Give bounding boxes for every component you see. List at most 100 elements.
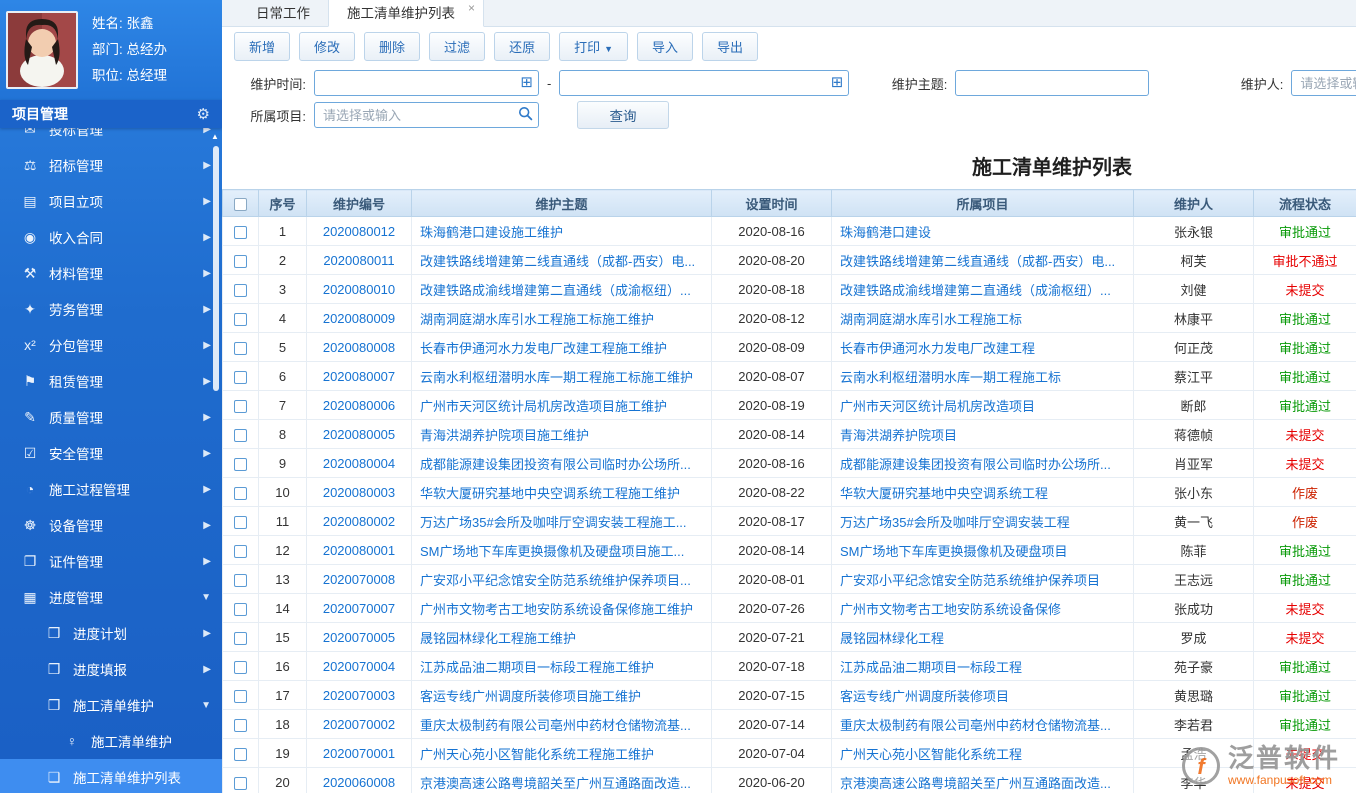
gear-icon[interactable]: ⚙ (197, 105, 210, 123)
sidebar-item-12[interactable]: ❐证件管理▶ (0, 543, 222, 579)
code-link[interactable]: 2020070002 (323, 717, 395, 732)
sidebar-item-14[interactable]: ❒进度计划▶ (0, 615, 222, 651)
project-link[interactable]: 广州市天河区统计局机房改造项目 (840, 399, 1035, 414)
subject-link[interactable]: 江苏成品油二期项目一标段工程施工维护 (420, 660, 654, 675)
row-checkbox[interactable] (234, 371, 247, 384)
sidebar-scroll-up-icon[interactable]: ▲ (210, 132, 220, 141)
project-link[interactable]: 华软大厦研究基地中央空调系统工程 (840, 486, 1048, 501)
toolbar-button-删除[interactable]: 删除 (364, 32, 420, 61)
sidebar-item-16[interactable]: ❒施工清单维护▼ (0, 687, 222, 723)
code-link[interactable]: 2020080010 (323, 282, 395, 297)
sidebar-item-15[interactable]: ❒进度填报▶ (0, 651, 222, 687)
subject-link[interactable]: 华软大厦研究基地中央空调系统工程施工维护 (420, 486, 680, 501)
code-link[interactable]: 2020080012 (323, 224, 395, 239)
project-link[interactable]: 青海洪湖养护院项目 (840, 428, 957, 443)
row-checkbox[interactable] (234, 516, 247, 529)
row-checkbox[interactable] (234, 777, 247, 790)
project-link[interactable]: 珠海鹤港口建设 (840, 225, 931, 240)
subject-link[interactable]: 重庆太极制药有限公司亳州中药材仓储物流基... (420, 718, 691, 733)
subject-link[interactable]: 青海洪湖养护院项目施工维护 (420, 428, 589, 443)
code-link[interactable]: 2020080004 (323, 456, 395, 471)
project-link[interactable]: 改建铁路线增建第二线直通线（成都-西安）电... (840, 254, 1115, 269)
project-link[interactable]: 广州市文物考古工地安防系统设备保修 (840, 602, 1061, 617)
sidebar-item-9[interactable]: ☑安全管理▶ (0, 435, 222, 471)
column-header[interactable]: 流程状态 (1254, 190, 1356, 217)
row-checkbox[interactable] (234, 574, 247, 587)
project-link[interactable]: 万达广场35#会所及咖啡厅空调安装工程 (840, 515, 1070, 530)
row-checkbox[interactable] (234, 545, 247, 558)
toolbar-button-导入[interactable]: 导入 (637, 32, 693, 61)
code-link[interactable]: 2020080007 (323, 369, 395, 384)
project-link[interactable]: 客运专线广州调度所装修项目 (840, 689, 1009, 704)
subject-link[interactable]: 客运专线广州调度所装修项目施工维护 (420, 689, 641, 704)
project-link[interactable]: 长春市伊通河水力发电厂改建工程 (840, 341, 1035, 356)
subject-link[interactable]: 改建铁路成渝线增建第二直通线（成渝枢纽）... (420, 283, 691, 298)
project-link[interactable]: 改建铁路成渝线增建第二直通线（成渝枢纽）... (840, 283, 1111, 298)
calendar-icon[interactable]: ⊞ (520, 74, 533, 91)
subject-link[interactable]: 京港澳高速公路粤境韶关至广州互通路面改造... (420, 776, 691, 791)
maintainer-input[interactable] (1291, 70, 1356, 96)
project-link[interactable]: 广州天心苑小区智能化系统工程 (840, 747, 1022, 762)
column-header[interactable]: 维护人 (1134, 190, 1254, 217)
search-icon[interactable] (518, 106, 533, 125)
code-link[interactable]: 2020070005 (323, 630, 395, 645)
sidebar-item-1[interactable]: ⚖招标管理▶ (0, 147, 222, 183)
sidebar-item-11[interactable]: ☸设备管理▶ (0, 507, 222, 543)
column-header[interactable]: 序号 (259, 190, 307, 217)
maintenance-time-end-input[interactable] (559, 70, 849, 96)
column-header[interactable]: 设置时间 (712, 190, 832, 217)
code-link[interactable]: 2020080006 (323, 398, 395, 413)
sidebar-item-3[interactable]: ◉收入合同▶ (0, 219, 222, 255)
row-checkbox[interactable] (234, 603, 247, 616)
subject-link[interactable]: 广安邓小平纪念馆安全防范系统维护保养项目... (420, 573, 691, 588)
subject-link[interactable]: 广州天心苑小区智能化系统工程施工维护 (420, 747, 654, 762)
row-checkbox[interactable] (234, 458, 247, 471)
row-checkbox[interactable] (234, 226, 247, 239)
row-checkbox[interactable] (234, 284, 247, 297)
row-checkbox[interactable] (234, 487, 247, 500)
subject-link[interactable]: 湖南洞庭湖水库引水工程施工标施工维护 (420, 312, 654, 327)
row-checkbox[interactable] (234, 429, 247, 442)
tab-1[interactable]: 施工清单维护列表× (328, 0, 484, 27)
subject-link[interactable]: 改建铁路线增建第二线直通线（成都-西安）电... (420, 254, 695, 269)
sidebar-item-7[interactable]: ⚑租赁管理▶ (0, 363, 222, 399)
code-link[interactable]: 2020070003 (323, 688, 395, 703)
sidebar-item-10[interactable]: ◔施工过程管理▶ (0, 471, 222, 507)
project-link[interactable]: 晟铭园林绿化工程 (840, 631, 944, 646)
project-link[interactable]: 成都能源建设集团投资有限公司临时办公场所... (840, 457, 1111, 472)
column-header[interactable]: 维护编号 (307, 190, 412, 217)
project-link[interactable]: 云南水利枢纽潜明水库一期工程施工标 (840, 370, 1061, 385)
subject-link[interactable]: 珠海鹤港口建设施工维护 (420, 225, 563, 240)
maintenance-subject-input[interactable] (955, 70, 1149, 96)
code-link[interactable]: 2020080002 (323, 514, 395, 529)
code-link[interactable]: 2020080008 (323, 340, 395, 355)
subject-link[interactable]: 云南水利枢纽潜明水库一期工程施工标施工维护 (420, 370, 693, 385)
sidebar-item-6[interactable]: x²分包管理▶ (0, 327, 222, 363)
code-link[interactable]: 2020080009 (323, 311, 395, 326)
sidebar-scrollbar[interactable] (213, 146, 219, 391)
sidebar-item-8[interactable]: ✎质量管理▶ (0, 399, 222, 435)
sidebar-item-5[interactable]: ✦劳务管理▶ (0, 291, 222, 327)
toolbar-button-修改[interactable]: 修改 (299, 32, 355, 61)
subject-link[interactable]: 广州市天河区统计局机房改造项目施工维护 (420, 399, 667, 414)
code-link[interactable]: 2020080001 (323, 543, 395, 558)
sidebar-item-13[interactable]: ▦进度管理▼ (0, 579, 222, 615)
column-header[interactable]: 所属项目 (832, 190, 1134, 217)
code-link[interactable]: 2020070001 (323, 746, 395, 761)
sidebar-item-2[interactable]: ▤项目立项▶ (0, 183, 222, 219)
row-checkbox[interactable] (234, 313, 247, 326)
tab-0[interactable]: 日常工作 (238, 0, 328, 26)
toolbar-button-打印[interactable]: 打印▼ (559, 32, 628, 61)
code-link[interactable]: 2020070008 (323, 572, 395, 587)
row-checkbox[interactable] (234, 748, 247, 761)
code-link[interactable]: 2020080003 (323, 485, 395, 500)
sidebar-item-4[interactable]: ⚒材料管理▶ (0, 255, 222, 291)
row-checkbox[interactable] (234, 255, 247, 268)
row-checkbox[interactable] (234, 342, 247, 355)
subject-link[interactable]: 晟铭园林绿化工程施工维护 (420, 631, 576, 646)
sidebar-item-17[interactable]: ♀施工清单维护 (0, 723, 222, 759)
project-link[interactable]: SM广场地下车库更换摄像机及硬盘项目 (840, 544, 1068, 559)
project-link[interactable]: 重庆太极制药有限公司亳州中药材仓储物流基... (840, 718, 1111, 733)
subject-link[interactable]: 广州市文物考古工地安防系统设备保修施工维护 (420, 602, 693, 617)
toolbar-button-新增[interactable]: 新增 (234, 32, 290, 61)
